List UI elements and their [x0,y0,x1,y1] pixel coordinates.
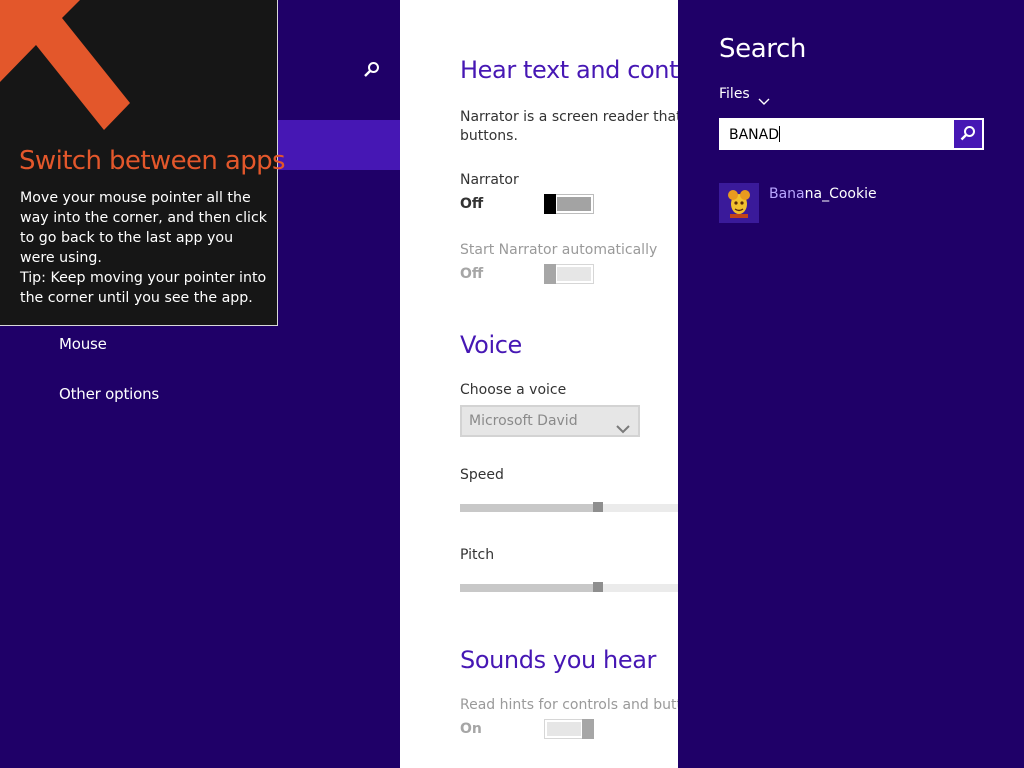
narrator-toggle[interactable] [544,194,594,214]
tip-hint: Tip: Keep moving your pointer into the c… [20,270,267,306]
voice-heading: Voice [460,331,522,359]
choose-voice-label: Choose a voice [460,382,567,398]
voice-select-value: Microsoft David [469,413,578,429]
speed-slider[interactable] [460,502,678,512]
slider-track [603,504,678,512]
toggle-track [557,267,591,281]
auto-start-label: Start Narrator automatically [460,242,658,258]
slider-thumb[interactable] [593,502,603,512]
search-result-banana-cookie[interactable]: Banana_Cookie [719,183,984,225]
toggle-thumb [544,264,556,284]
nav-item-mouse[interactable]: Mouse [59,335,107,353]
search-query-wrapper: BANAD [729,126,781,143]
chevron-down-icon [616,416,630,444]
search-query-text: BANAD [729,127,780,143]
narrator-settings-content: Hear text and contro Narrator is a scree… [400,0,678,768]
tip-description: Move your mouse pointer all the way into… [20,190,268,266]
corner-arrow-icon [0,0,140,139]
search-input[interactable]: BANAD [719,118,984,150]
switch-apps-tip: Switch between apps Move your mouse poin… [0,0,286,326]
pitch-slider[interactable] [460,582,678,592]
chevron-down-icon[interactable] [758,91,770,110]
slider-fill [460,584,593,592]
search-charm: Search Files BANAD Banana_Cookie [678,0,1024,768]
search-icon[interactable] [362,60,382,80]
tip-body: Move your mouse pointer all the way into… [20,188,270,308]
search-icon [960,126,975,141]
search-charm-title: Search [719,34,806,64]
slider-fill [460,504,593,512]
search-submit-button[interactable] [954,120,982,148]
slider-thumb[interactable] [593,582,603,592]
search-scope-dropdown[interactable]: Files [719,86,750,102]
narrator-state: Off [460,196,484,212]
hear-text-heading: Hear text and contro [460,56,678,84]
search-result-label: Banana_Cookie [769,186,877,202]
read-hints-label: Read hints for controls and buttons [460,697,678,713]
search-result-rest: na_Cookie [804,186,877,202]
text-caret [779,126,781,142]
toggle-thumb [544,194,556,214]
narrator-label: Narrator [460,172,519,188]
toggle-thumb [582,719,594,739]
read-hints-toggle[interactable] [544,719,594,739]
slider-track [603,584,678,592]
pitch-label: Pitch [460,547,495,563]
voice-select[interactable]: Microsoft David [460,405,640,437]
nav-item-other-options[interactable]: Other options [59,385,159,403]
read-hints-state: On [460,721,482,737]
sounds-heading: Sounds you hear [460,646,656,674]
speed-label: Speed [460,467,504,483]
banana-cookie-icon [719,183,759,223]
auto-start-toggle[interactable] [544,264,594,284]
search-result-match: Bana [769,186,805,202]
narrator-description: Narrator is a screen reader that rea but… [460,109,678,144]
toggle-track [547,722,581,736]
toggle-track [557,197,591,211]
tip-title: Switch between apps [19,146,286,176]
auto-start-state: Off [460,266,484,282]
